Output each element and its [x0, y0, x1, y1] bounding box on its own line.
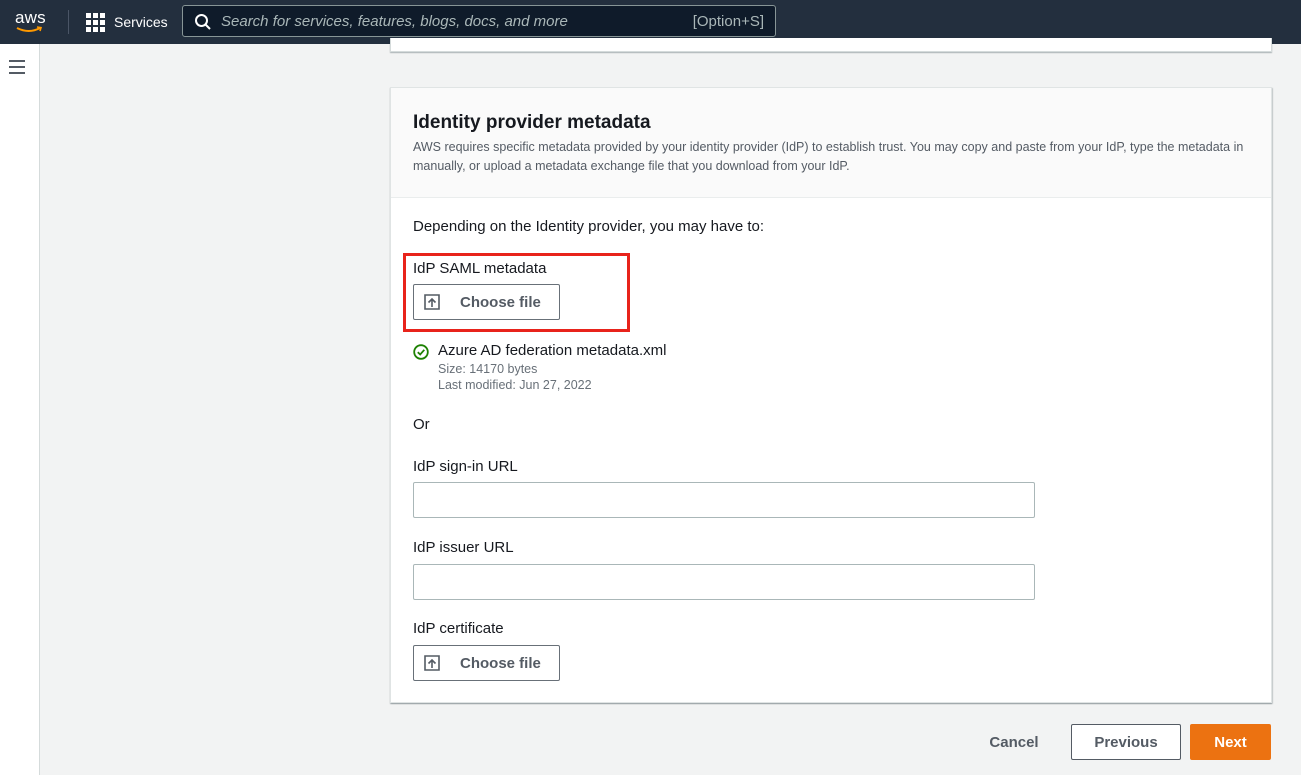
search-placeholder: Search for services, features, blogs, do…: [221, 13, 568, 30]
annotation-highlight-box: [403, 253, 630, 332]
signin-url-label: IdP sign-in URL: [413, 458, 518, 475]
previous-panel-bottom: [390, 38, 1272, 52]
panel-title: Identity provider metadata: [413, 112, 651, 133]
issuer-url-input[interactable]: [413, 564, 1035, 600]
uploaded-file-name: Azure AD federation metadata.xml: [438, 342, 667, 359]
cancel-button[interactable]: Cancel: [982, 724, 1046, 760]
next-button[interactable]: Next: [1190, 724, 1271, 760]
upload-icon: [424, 655, 440, 671]
intro-text: Depending on the Identity provider, you …: [413, 218, 765, 235]
services-label: Services: [114, 14, 168, 30]
panel-description: AWS requires specific metadata provided …: [413, 140, 1244, 173]
or-separator-text: Or: [413, 416, 430, 433]
signin-url-input[interactable]: [413, 482, 1035, 518]
identity-provider-metadata-panel: Identity provider metadata AWS requires …: [390, 87, 1272, 703]
side-navigation-collapsed: [0, 44, 40, 775]
certificate-label: IdP certificate: [413, 620, 504, 637]
previous-button[interactable]: Previous: [1071, 724, 1181, 760]
certificate-choose-file-label: Choose file: [460, 655, 541, 672]
search-shortcut-hint: [Option+S]: [692, 13, 764, 30]
aws-logo[interactable]: aws: [14, 7, 54, 35]
hamburger-menu-icon[interactable]: [9, 60, 25, 74]
nav-divider: [68, 10, 69, 34]
certificate-choose-file-button[interactable]: Choose file: [413, 645, 560, 681]
aws-logo-text: aws: [15, 8, 46, 27]
search-input[interactable]: Search for services, features, blogs, do…: [182, 5, 776, 37]
success-check-icon: [413, 344, 429, 360]
services-menu-button[interactable]: Services: [86, 11, 168, 33]
uploaded-file-status: Azure AD federation metadata.xml Size: 1…: [413, 342, 813, 394]
panel-header: Identity provider metadata AWS requires …: [391, 88, 1271, 198]
search-icon: [195, 14, 211, 30]
grid-icon: [86, 12, 105, 32]
issuer-url-label: IdP issuer URL: [413, 539, 514, 556]
uploaded-file-size: Size: 14170 bytes: [438, 362, 538, 376]
uploaded-file-modified: Last modified: Jun 27, 2022: [438, 378, 592, 392]
aws-smile-icon: [16, 26, 43, 32]
